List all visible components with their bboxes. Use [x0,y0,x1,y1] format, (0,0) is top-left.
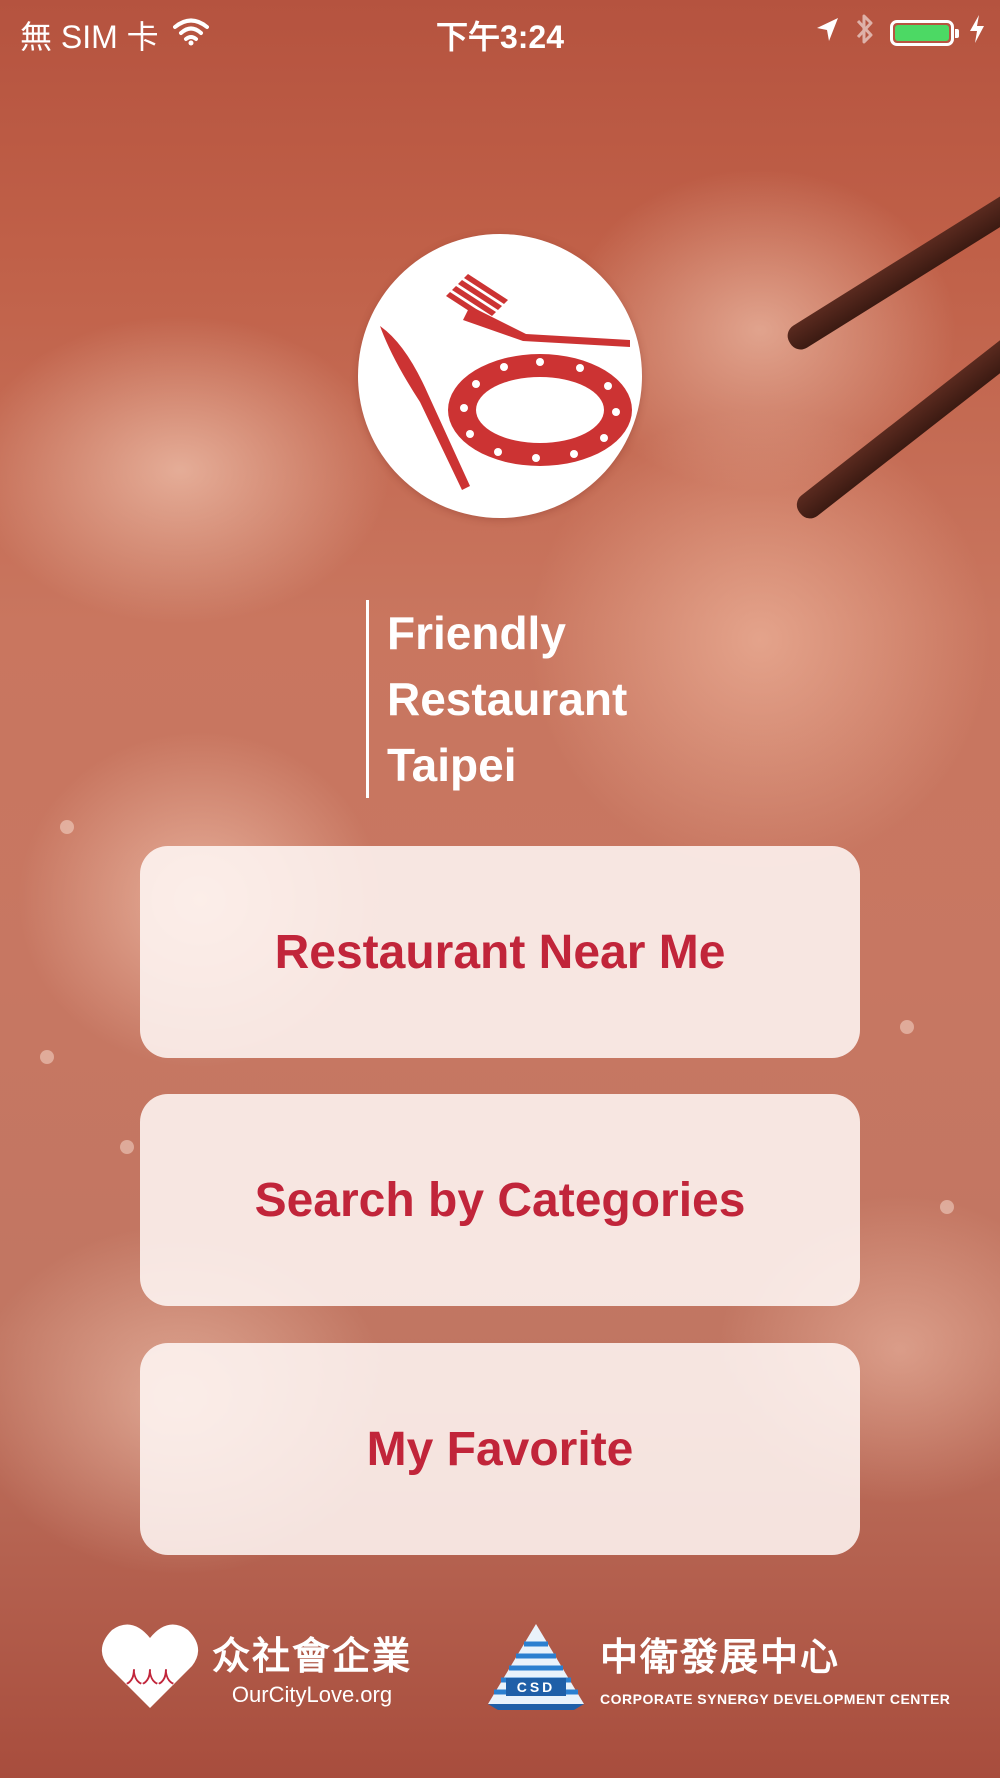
battery-icon [890,20,959,46]
restaurant-near-me-button[interactable]: Restaurant Near Me [140,846,860,1058]
battery-level [895,25,949,41]
chopstick-decoration [783,172,1000,355]
brand-title: Friendly Restaurant Taipei [366,600,627,798]
sponsor-ourcitylove: 人人人 众社會企業 OurCityLove.org [100,1620,412,1712]
sponsor-csd-text: 中衛發展中心 CORPORATE SYNERGY DEVELOPMENT CEN… [600,1626,950,1707]
sponsor-ourcitylove-name: 众社會企業 [212,1635,413,1678]
brand-line-3: Taipei [387,739,517,791]
charging-bolt-icon [968,14,986,52]
sponsor-csd: CSD 中衛發展中心 CORPORATE SYNERGY DEVELOPMENT… [484,1620,950,1712]
bluetooth-icon [854,12,876,54]
status-bar: 無 SIM 卡 下午3:24 [0,0,1000,64]
home-screen: 無 SIM 卡 下午3:24 Friendly Restaurant Taipe… [0,0,1000,1778]
csd-logo-text: CSD [516,1679,556,1695]
sponsor-ourcitylove-url: OurCityLove.org [231,1681,393,1707]
brand-line-2: Restaurant [387,673,628,725]
sponsor-csd-subtitle: CORPORATE SYNERGY DEVELOPMENT CENTER [600,1690,951,1707]
footer-sponsors: 人人人 众社會企業 OurCityLove.org CSD 中衛發展中心 COR… [0,1620,1000,1730]
chopstick-decoration [791,318,1000,524]
search-by-categories-button[interactable]: Search by Categories [140,1094,860,1306]
steam-hole-decoration [900,1020,914,1034]
fork-knife-plate-icon [380,274,632,490]
csd-pyramid-logo-icon: CSD [484,1620,588,1712]
steam-hole-decoration [120,1140,134,1154]
app-logo [358,234,642,518]
location-arrow-icon [814,15,840,52]
my-favorite-button[interactable]: My Favorite [140,1343,860,1555]
heart-logo-icon: 人人人 [100,1620,200,1712]
sponsor-ourcitylove-text: 众社會企業 OurCityLove.org [212,1625,412,1708]
brand-line-1: Friendly [387,607,566,659]
steam-hole-decoration [60,820,74,834]
heart-logo-text: 人人人 [125,1670,174,1687]
steam-hole-decoration [40,1050,54,1064]
steam-hole-decoration [940,1200,954,1214]
sponsor-csd-name: 中衛發展中心 [600,1636,841,1679]
status-right [814,12,986,54]
